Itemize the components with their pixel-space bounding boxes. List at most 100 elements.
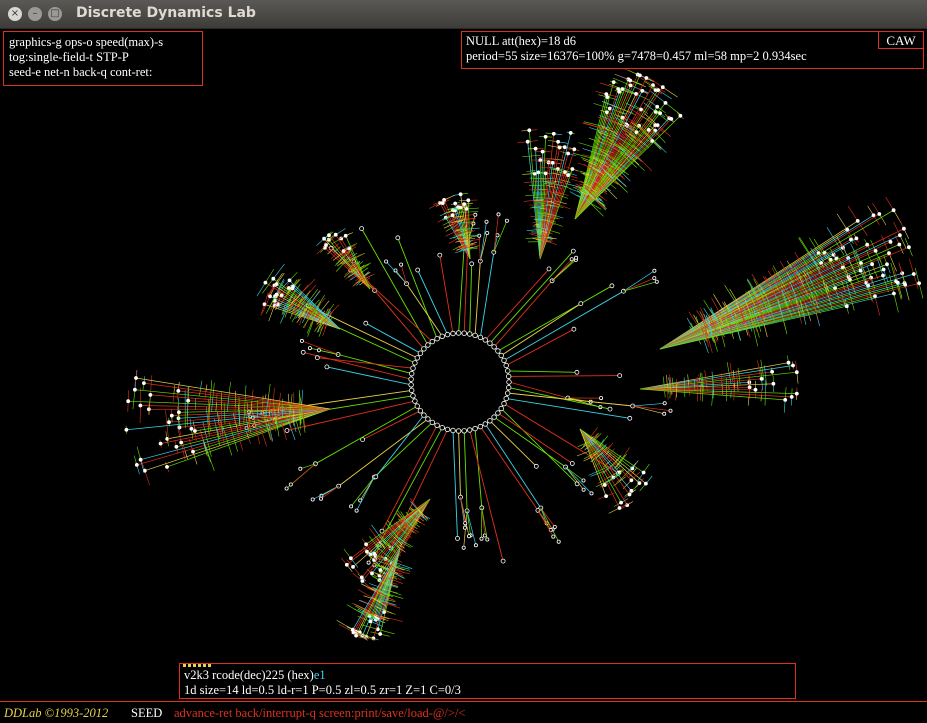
status-keys[interactable]: advance-ret back/interrupt-q screen:prin… <box>174 702 465 723</box>
basin-edge <box>467 227 480 230</box>
basin-edge <box>356 476 375 511</box>
status-mode: SEED <box>131 706 163 720</box>
basin-edge <box>758 367 761 376</box>
basin-node <box>903 282 908 287</box>
basin-node <box>655 104 660 109</box>
basin-node <box>415 267 421 273</box>
basin-node <box>491 344 497 350</box>
basin-node <box>148 392 153 397</box>
basin-edge <box>799 237 811 254</box>
basin-edge <box>767 270 773 278</box>
basin-node <box>469 261 475 267</box>
basin-node <box>263 280 268 285</box>
basin-edge <box>579 428 622 503</box>
basin-edge <box>290 463 316 485</box>
basin-edge <box>507 392 633 407</box>
basin-node <box>288 482 293 487</box>
basin-node <box>482 421 488 427</box>
basin-node <box>546 266 552 272</box>
basin-node <box>450 213 455 218</box>
basin-node <box>888 239 893 244</box>
basin-node <box>663 101 668 105</box>
basin-node <box>617 373 623 379</box>
basin-node <box>467 427 473 433</box>
title-bar[interactable]: × – □ Discrete Dynamics Lab <box>0 0 927 29</box>
basin-edge <box>508 381 568 399</box>
close-icon[interactable]: × <box>8 7 22 21</box>
basin-edge <box>598 129 603 131</box>
basin-edge <box>474 261 481 336</box>
basin-node <box>568 131 573 135</box>
basin-node <box>324 364 330 370</box>
basin-node <box>408 382 414 388</box>
basin-edge <box>605 187 618 200</box>
maximize-icon[interactable]: □ <box>48 7 62 21</box>
basin-edge <box>508 375 620 377</box>
basin-edge <box>458 430 461 498</box>
basin-node <box>167 420 171 425</box>
basin-node <box>439 333 445 339</box>
basin-edge <box>187 400 189 416</box>
basin-edge <box>675 391 677 401</box>
basin-node <box>873 248 878 253</box>
basin-node <box>192 429 197 433</box>
basin-node <box>138 457 143 462</box>
basin-node <box>485 537 490 542</box>
basin-node <box>327 233 331 238</box>
basin-edge <box>312 485 339 500</box>
basin-node <box>479 536 484 541</box>
minimize-icon[interactable]: – <box>28 7 42 21</box>
basin-node <box>177 425 182 430</box>
basin-edge <box>373 422 433 478</box>
basin-node <box>866 283 871 288</box>
basin-node <box>176 388 181 393</box>
basin-edge <box>783 399 786 413</box>
basin-node <box>503 395 509 402</box>
basin-node <box>417 350 424 356</box>
basin-edge <box>847 205 858 222</box>
basin-edge <box>623 281 657 292</box>
basin-node <box>464 206 469 211</box>
basin-edge <box>550 181 556 183</box>
basin-node <box>350 627 355 632</box>
basin-node <box>370 571 374 576</box>
rule-panel: v2k3 rcode(dec)225 (hex)e1 1d size=14 ld… <box>179 663 796 699</box>
basin-node <box>611 80 616 84</box>
basin-node <box>414 403 420 409</box>
basin-edge <box>647 77 663 88</box>
basin-node <box>885 262 889 267</box>
basin-node <box>638 73 642 78</box>
basin-edge <box>505 328 575 366</box>
basin-edge <box>599 82 619 90</box>
basin-edge <box>639 365 794 390</box>
attractor-canvas[interactable]: graphics-g ops-o speed(max)-s tog:single… <box>0 29 927 723</box>
basin-node <box>491 414 497 420</box>
basin-node <box>527 128 532 133</box>
basin-node <box>628 83 633 88</box>
basin-node <box>472 425 478 432</box>
basin-edge <box>622 447 630 459</box>
basin-node <box>551 131 556 136</box>
basin-edge <box>711 394 713 406</box>
basin-node <box>134 462 139 467</box>
basin-edge <box>632 402 665 407</box>
basin-node <box>789 394 794 399</box>
basin-edge <box>204 391 207 399</box>
basin-edge <box>850 243 856 253</box>
basin-node <box>571 326 577 332</box>
basin-edge <box>500 303 582 356</box>
basin-edge <box>874 296 880 316</box>
basin-edge <box>489 250 574 344</box>
basin-node <box>569 257 574 262</box>
basin-edge <box>227 440 233 456</box>
basin-node <box>458 192 463 197</box>
basin-edge <box>687 374 689 385</box>
basin-node <box>753 387 758 392</box>
basin-node <box>169 413 174 418</box>
basin-node <box>359 226 365 232</box>
basin-edge <box>265 268 275 283</box>
basin-node <box>348 556 353 561</box>
basin-node <box>501 357 507 364</box>
basin-node <box>372 551 377 556</box>
basin-node <box>654 279 659 284</box>
